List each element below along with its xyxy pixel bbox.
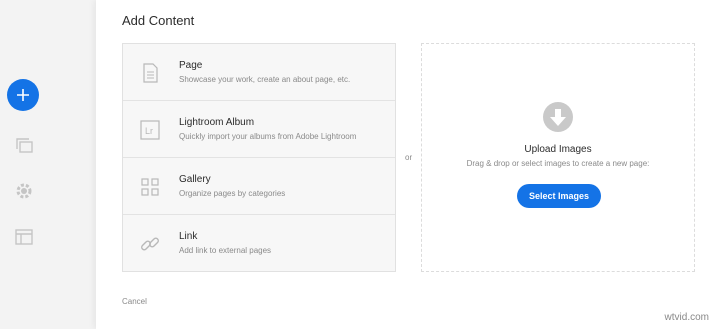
option-link[interactable]: Link Add link to external pages [123, 215, 395, 272]
option-label: Link [179, 231, 198, 242]
gear-icon[interactable] [13, 180, 35, 202]
option-label: Gallery [179, 174, 211, 185]
add-icon [17, 89, 29, 101]
option-label: Page [179, 60, 203, 71]
option-description: Showcase your work, create an about page… [179, 75, 351, 84]
lightroom-icon: Lr [140, 120, 160, 140]
or-separator: or [405, 153, 413, 162]
option-gallery[interactable]: Gallery Organize pages by categories [123, 158, 395, 215]
cancel-link[interactable]: Cancel [122, 297, 147, 306]
layout-icon[interactable] [13, 226, 35, 248]
upload-dropzone[interactable]: Upload Images Drag & drop or select imag… [421, 43, 695, 272]
option-description: Add link to external pages [179, 246, 272, 255]
option-label: Lightroom Album [179, 117, 255, 128]
add-content-dialog: Add Content Page Showcase your work, cre… [96, 0, 717, 329]
page-icon [143, 63, 158, 83]
option-page[interactable]: Page Showcase your work, create an about… [123, 44, 395, 101]
link-icon [141, 237, 159, 251]
option-lightroom-album[interactable]: Lr Lightroom Album Quickly import your a… [123, 101, 395, 158]
dialog-title: Add Content [122, 13, 195, 28]
option-description: Quickly import your albums from Adobe Li… [179, 132, 357, 141]
add-button[interactable] [7, 79, 39, 111]
content-options-list: Page Showcase your work, create an about… [122, 43, 396, 272]
watermark: wtvid.com [664, 312, 709, 323]
gallery-grid-icon [141, 178, 159, 196]
option-description: Organize pages by categories [179, 189, 286, 198]
select-images-button[interactable]: Select Images [517, 184, 601, 208]
download-arrow-icon [543, 102, 573, 132]
pages-stack-icon[interactable] [13, 135, 35, 157]
svg-text:Lr: Lr [145, 126, 153, 136]
upload-description: Drag & drop or select images to create a… [466, 159, 650, 168]
upload-title: Upload Images [524, 144, 592, 155]
sidebar [0, 0, 50, 329]
